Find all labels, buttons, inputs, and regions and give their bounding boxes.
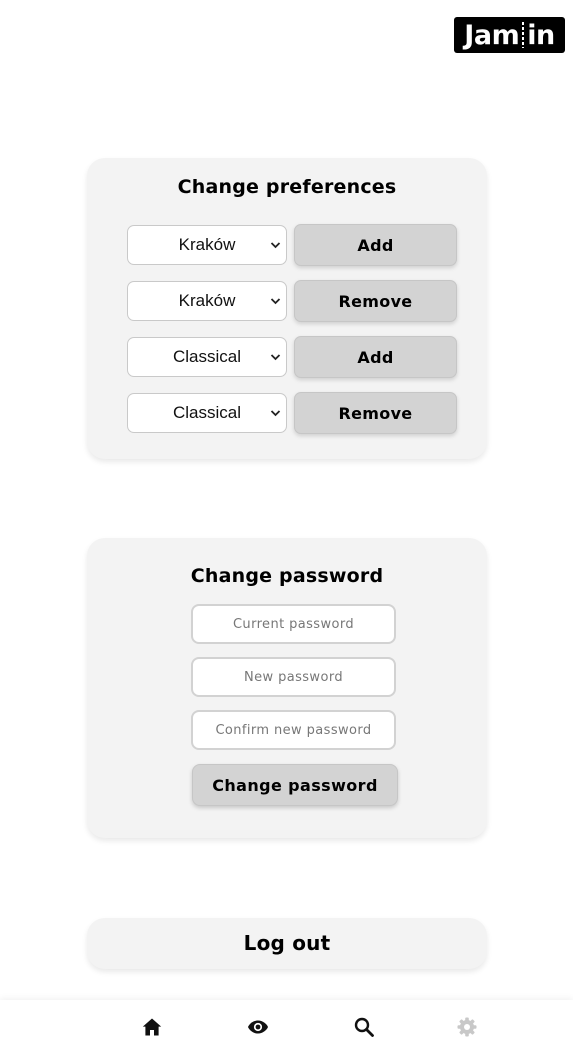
change-password-button[interactable]: Change password (192, 764, 398, 806)
search-icon[interactable] (353, 1016, 375, 1038)
chevron-down-icon (270, 298, 281, 305)
add-city-button[interactable]: Add (294, 224, 457, 266)
select-value: Classical (172, 347, 242, 366)
jamin-logo: Jam in (454, 17, 565, 53)
change-password-title: Change password (190, 565, 384, 587)
new-password-field[interactable]: New password (191, 657, 396, 697)
gear-icon[interactable] (456, 1016, 478, 1038)
genre-remove-select[interactable]: Classical (127, 393, 287, 433)
eye-icon[interactable] (247, 1016, 269, 1038)
logout-label: Log out (243, 931, 331, 955)
logo-text-right: in (527, 19, 555, 51)
confirm-password-field[interactable]: Confirm new password (191, 710, 396, 750)
remove-genre-button[interactable]: Remove (294, 392, 457, 434)
remove-city-button[interactable]: Remove (294, 280, 457, 322)
change-password-card: Change password Current password New pas… (87, 538, 487, 838)
logo-text-left: Jam (464, 19, 520, 51)
bottom-nav (0, 1000, 573, 1053)
chevron-down-icon (270, 242, 281, 249)
select-value: Kraków (178, 235, 236, 254)
select-value: Classical (172, 403, 242, 422)
current-password-field[interactable]: Current password (191, 604, 396, 644)
city-add-select[interactable]: Kraków (127, 225, 287, 265)
new-password-placeholder: New password (243, 669, 343, 685)
select-value: Kraków (178, 291, 236, 310)
preference-row: Kraków Remove (127, 280, 457, 322)
home-icon[interactable] (141, 1016, 163, 1038)
city-remove-select[interactable]: Kraków (127, 281, 287, 321)
preference-row: Classical Add (127, 336, 457, 378)
confirm-password-placeholder: Confirm new password (215, 722, 372, 738)
preference-row: Kraków Add (127, 224, 457, 266)
preference-row: Classical Remove (127, 392, 457, 434)
chevron-down-icon (270, 354, 281, 361)
logo-separator (522, 22, 525, 48)
add-genre-button[interactable]: Add (294, 336, 457, 378)
genre-add-select[interactable]: Classical (127, 337, 287, 377)
preferences-title: Change preferences (177, 176, 397, 198)
chevron-down-icon (270, 410, 281, 417)
current-password-placeholder: Current password (232, 616, 355, 632)
preferences-card: Change preferences Kraków Add Kraków Rem… (87, 158, 487, 459)
logout-button[interactable]: Log out (87, 918, 487, 969)
